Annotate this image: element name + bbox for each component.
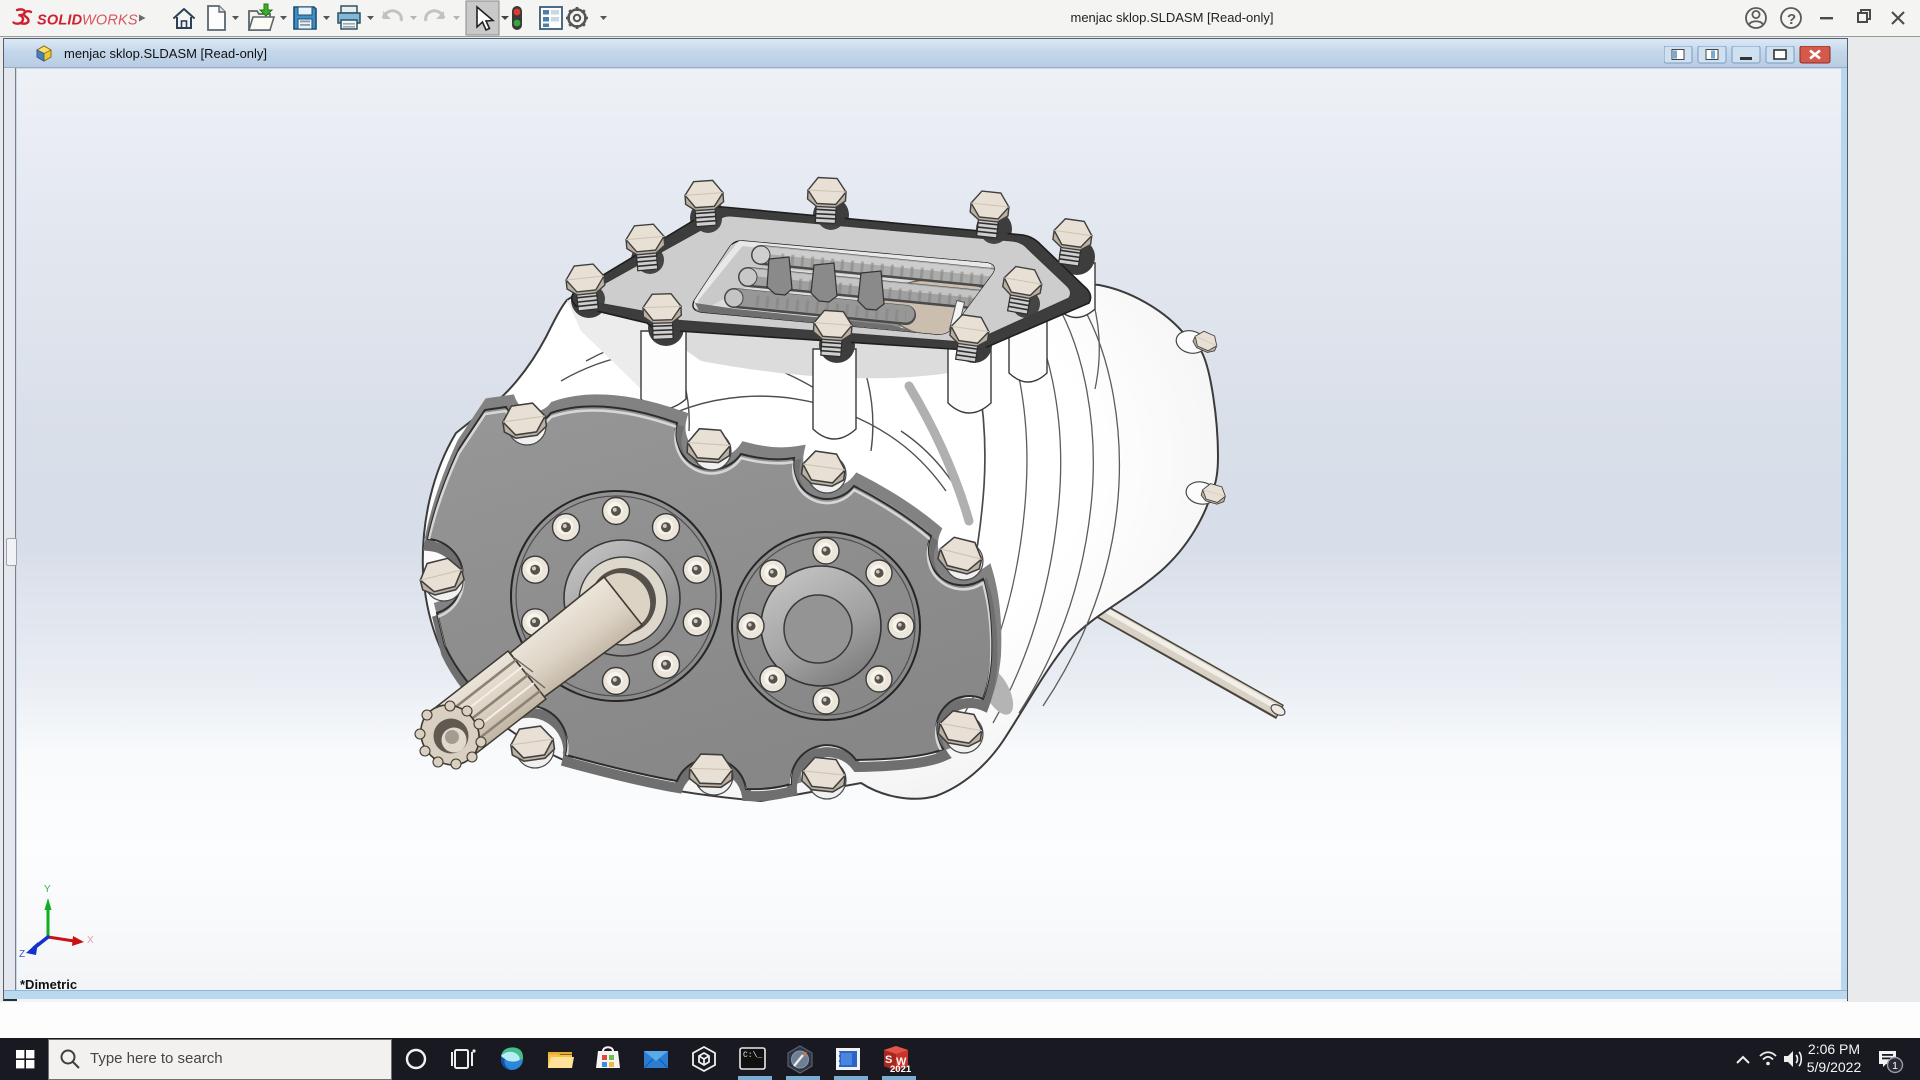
svg-text:2:06 PM: 2:06 PM (1808, 1041, 1860, 1057)
svg-text:?: ? (1787, 11, 1796, 28)
svg-text:X: X (87, 935, 94, 946)
svg-text:5/9/2022: 5/9/2022 (1807, 1059, 1862, 1075)
svg-text:Z: Z (19, 949, 25, 960)
svg-text:WORKS: WORKS (82, 13, 138, 29)
svg-text:2021: 2021 (890, 1064, 912, 1075)
svg-text:Y: Y (44, 884, 51, 895)
svg-text:1: 1 (1892, 1060, 1898, 1072)
svg-text:SOLID: SOLID (37, 13, 83, 29)
svg-text:C:\_: C:\_ (743, 1051, 762, 1060)
svg-text:*Dimetric: *Dimetric (20, 977, 77, 992)
